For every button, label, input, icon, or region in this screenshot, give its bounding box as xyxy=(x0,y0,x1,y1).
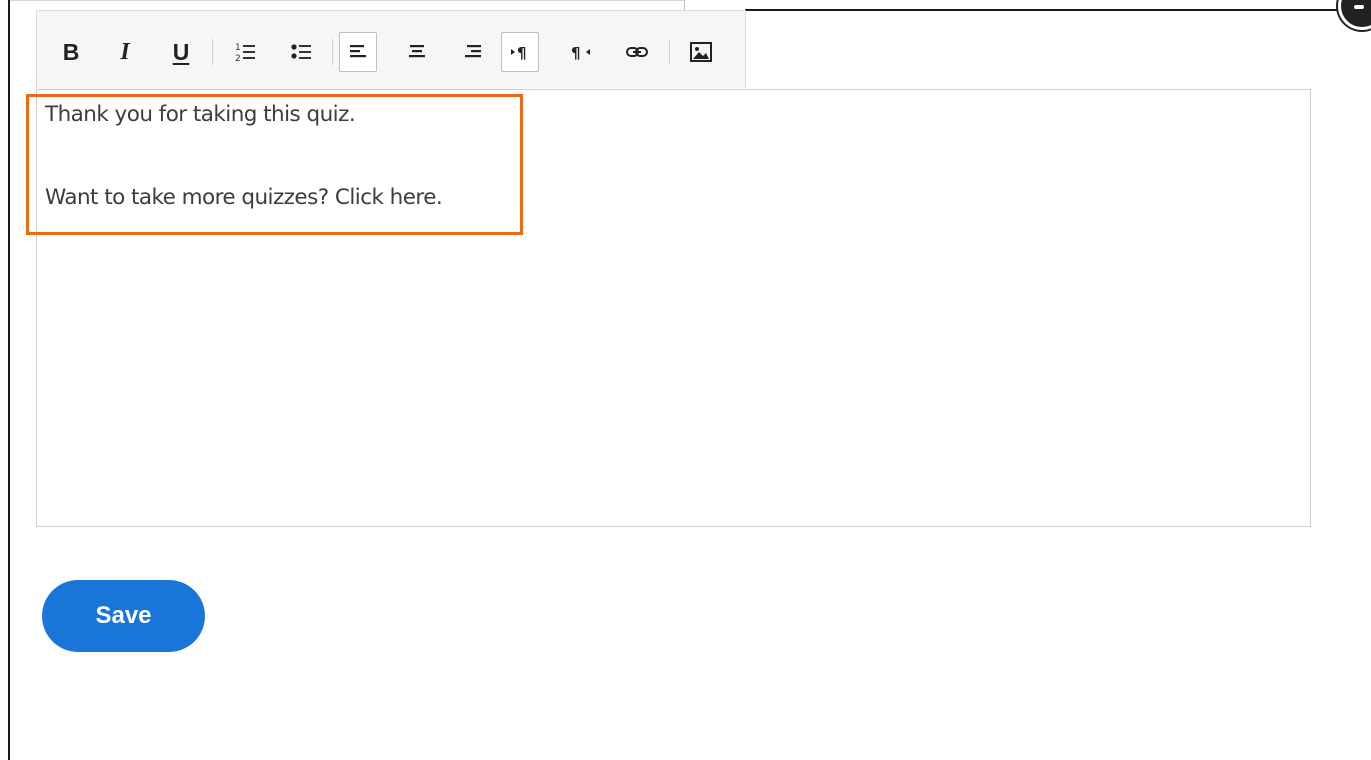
align-left-button[interactable] xyxy=(339,32,377,72)
image-button[interactable] xyxy=(683,34,719,70)
align-right-icon xyxy=(465,45,481,58)
rtl-paragraph-button[interactable]: ¶ xyxy=(563,34,599,70)
svg-text:2: 2 xyxy=(235,54,241,63)
top-divider xyxy=(8,0,685,1)
panel-left-border xyxy=(8,0,10,760)
unordered-list-button[interactable] xyxy=(283,34,319,70)
ordered-list-icon: 1 2 xyxy=(235,43,255,63)
svg-text:¶: ¶ xyxy=(517,44,527,62)
underline-icon: U xyxy=(172,38,190,65)
top-divider-tick xyxy=(684,0,685,10)
align-right-button[interactable] xyxy=(455,34,491,70)
underline-button[interactable]: U xyxy=(163,34,199,70)
ltr-paragraph-button[interactable]: ¶ xyxy=(501,32,539,72)
editor-text-line[interactable]: Thank you for taking this quiz. xyxy=(45,102,356,127)
ordered-list-button[interactable]: 1 2 xyxy=(227,34,263,70)
italic-icon: I xyxy=(120,38,130,65)
formatting-toolbar: B I U 1 2 ¶ ¶ xyxy=(36,10,746,88)
link-button[interactable] xyxy=(619,34,655,70)
close-button[interactable] xyxy=(1338,0,1371,30)
link-icon xyxy=(626,47,648,57)
image-icon xyxy=(690,42,712,62)
svg-text:¶: ¶ xyxy=(571,44,581,62)
toolbar-separator xyxy=(669,39,670,65)
editor-text-line[interactable]: Want to take more quizzes? Click here. xyxy=(45,185,443,210)
bold-icon: B xyxy=(62,38,80,65)
editor-panel: B I U 1 2 ¶ ¶ Thank you for taking this … xyxy=(0,0,1371,760)
close-icon xyxy=(1354,5,1364,9)
panel-top-border xyxy=(745,9,1371,11)
bold-button[interactable]: B xyxy=(53,34,89,70)
save-button[interactable]: Save xyxy=(42,580,205,652)
ltr-paragraph-icon: ¶ xyxy=(511,44,527,62)
svg-text:1: 1 xyxy=(235,43,241,53)
toolbar-separator xyxy=(212,39,213,65)
toolbar-separator xyxy=(332,39,333,65)
unordered-list-icon xyxy=(291,44,311,59)
rtl-paragraph-icon: ¶ xyxy=(571,44,590,62)
align-center-icon xyxy=(409,45,425,58)
align-left-icon xyxy=(350,45,366,58)
align-center-button[interactable] xyxy=(399,34,435,70)
italic-button[interactable]: I xyxy=(107,34,143,70)
